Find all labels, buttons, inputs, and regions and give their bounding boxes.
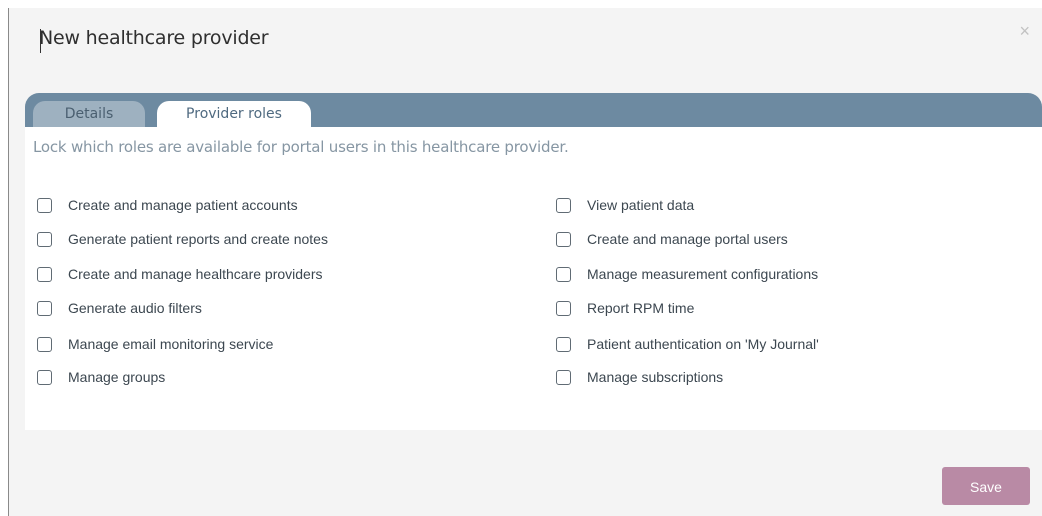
role-label: Generate patient reports and create note… (68, 231, 328, 247)
role-checkbox[interactable] (556, 369, 571, 385)
role-item-manage-groups[interactable]: Manage groups (37, 367, 165, 387)
role-checkbox[interactable] (37, 336, 52, 352)
role-label: Manage groups (68, 369, 166, 385)
role-checkbox[interactable] (37, 300, 52, 316)
role-checkbox[interactable] (37, 369, 52, 385)
role-checkbox[interactable] (556, 300, 571, 316)
role-item-create-manage-portal-users[interactable]: Create and manage portal users (556, 229, 788, 249)
roles-description: Lock which roles are available for porta… (33, 138, 569, 156)
role-checkbox[interactable] (37, 197, 52, 213)
role-item-manage-subscriptions[interactable]: Manage subscriptions (556, 367, 723, 387)
role-label: Manage email monitoring service (68, 336, 274, 352)
role-item-report-rpm-time[interactable]: Report RPM time (556, 298, 694, 318)
role-checkbox[interactable] (556, 336, 571, 352)
role-item-create-manage-patient-accounts[interactable]: Create and manage patient accounts (37, 195, 298, 215)
role-item-generate-patient-reports[interactable]: Generate patient reports and create note… (37, 229, 328, 249)
role-checkbox[interactable] (556, 197, 571, 213)
tab-details[interactable]: Details (33, 101, 145, 127)
role-item-patient-authentication[interactable]: Patient authentication on 'My Journal' (556, 334, 819, 354)
role-checkbox[interactable] (37, 266, 52, 282)
dialog-title: New healthcare provider (39, 27, 269, 49)
tab-provider-roles[interactable]: Provider roles (157, 101, 311, 127)
role-item-view-patient-data[interactable]: View patient data (556, 195, 694, 215)
role-checkbox[interactable] (556, 231, 571, 247)
role-label: Create and manage portal users (587, 231, 788, 247)
role-label: Generate audio filters (68, 300, 202, 316)
role-label: Create and manage patient accounts (68, 197, 298, 213)
role-label: Manage subscriptions (587, 369, 724, 385)
role-item-manage-email-monitoring[interactable]: Manage email monitoring service (37, 334, 273, 354)
role-checkbox[interactable] (37, 231, 52, 247)
close-icon[interactable]: × (1019, 22, 1030, 40)
role-label: Patient authentication on 'My Journal' (587, 336, 819, 352)
role-item-generate-audio-filters[interactable]: Generate audio filters (37, 298, 202, 318)
new-healthcare-provider-dialog: New healthcare provider × Details Provid… (9, 8, 1042, 516)
role-label: Create and manage healthcare providers (68, 266, 323, 282)
tab-bar: Details Provider roles (25, 93, 1042, 127)
provider-roles-panel: Lock which roles are available for porta… (25, 127, 1042, 430)
role-label: View patient data (587, 197, 695, 213)
role-label: Report RPM time (587, 300, 695, 316)
save-button[interactable]: Save (942, 467, 1030, 505)
role-item-create-manage-healthcare-providers[interactable]: Create and manage healthcare providers (37, 264, 323, 284)
role-item-manage-measurement-configurations[interactable]: Manage measurement configurations (556, 264, 818, 284)
role-checkbox[interactable] (556, 266, 571, 282)
role-label: Manage measurement configurations (587, 266, 819, 282)
